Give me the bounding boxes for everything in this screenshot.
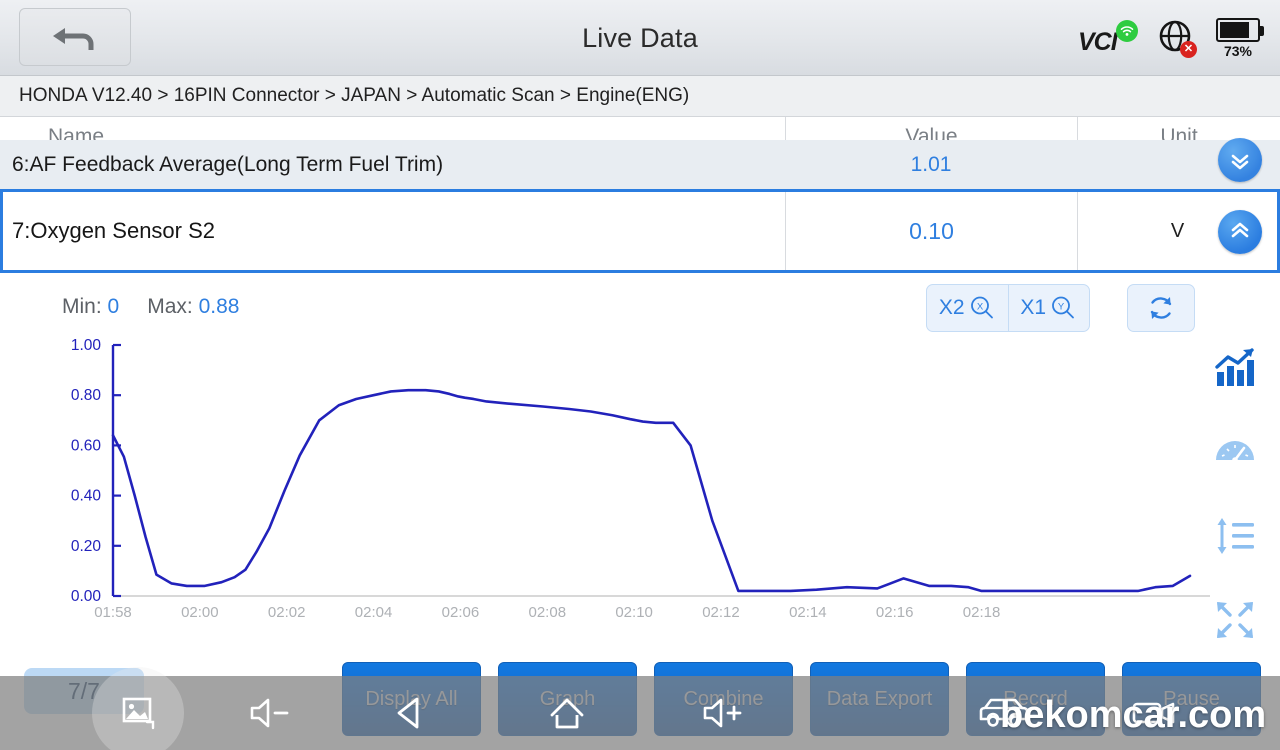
error-x-icon: ✕ [1180, 41, 1197, 58]
watermark-lead: bekomcar [1000, 694, 1178, 736]
y-axis-tick-label: 0.60 [71, 437, 102, 454]
volume-up-button[interactable] [668, 676, 778, 750]
breadcrumb[interactable]: HONDA V12.40 > 16PIN Connector > JAPAN >… [0, 76, 1280, 117]
magnifier-x-icon: X [970, 296, 993, 319]
vci-indicator: VCI [1078, 18, 1140, 58]
trend-chart-icon[interactable] [1212, 345, 1258, 391]
line-spacing-icon[interactable] [1212, 513, 1258, 559]
row-name: 7:Oxygen Sensor S2 [12, 218, 216, 243]
chart-data-line [111, 388, 1192, 593]
volume-up-icon [703, 698, 742, 728]
min-label: Min: [62, 295, 102, 318]
y-axis-tick-label: 0.40 [71, 488, 102, 505]
chart-tool-sidebar [1212, 345, 1258, 643]
zoom-x-button[interactable]: X2 X [927, 285, 1008, 331]
table-row-selected[interactable]: 7:Oxygen Sensor S2 0.10 V [0, 189, 1280, 273]
row-name: 6:AF Feedback Average(Long Term Fuel Tri… [12, 153, 444, 176]
nav-home-button[interactable] [512, 676, 622, 750]
zoom-x-label: X2 [938, 296, 965, 319]
chevron-down-icon [1231, 154, 1249, 170]
row-value: 1.01 [910, 153, 952, 176]
y-axis-tick-label: 0.20 [71, 538, 102, 555]
x-axis-tick-label: 02:18 [963, 604, 1001, 621]
volume-down-button[interactable] [215, 676, 325, 750]
max-value: 0.88 [198, 295, 240, 318]
vci-label: VCI [1078, 28, 1118, 56]
row-value: 0.10 [785, 192, 1077, 270]
status-icon-group: VCI ✕ 73% [1078, 0, 1264, 76]
zoom-y-button[interactable]: X1 Y [1007, 285, 1090, 331]
row-collapse-button[interactable] [1218, 138, 1262, 182]
fullscreen-expand-icon[interactable] [1212, 597, 1258, 643]
y-axis-tick-label: 1.00 [71, 337, 102, 354]
svg-text:Y: Y [1058, 302, 1065, 313]
wifi-icon [1116, 20, 1138, 42]
x-axis-tick-label: 02:16 [876, 604, 914, 621]
nav-back-triangle-icon [397, 697, 419, 729]
min-max-readout: Min: 0 Max: 0.88 [62, 295, 239, 319]
chart-reset-button[interactable] [1127, 284, 1195, 332]
x-axis-tick-label: 02:04 [355, 604, 393, 621]
network-indicator: ✕ [1156, 18, 1197, 58]
svg-text:X: X [976, 302, 983, 313]
max-label: Max: [147, 295, 193, 318]
title-bar: Live Data VCI ✕ 73% [0, 0, 1280, 76]
x-axis-tick-label: 02:14 [789, 604, 827, 621]
screenshot-icon [122, 697, 155, 730]
x-axis-tick-label: 01:58 [94, 604, 132, 621]
x-axis-tick-label: 02:08 [529, 604, 567, 621]
x-axis-tick-label: 02:12 [702, 604, 740, 621]
chart-panel: Min: 0 Max: 0.88 X2 X X1 Y 0.00 0.20 0.4… [0, 273, 1280, 658]
nav-home-icon [550, 698, 584, 729]
live-data-screen: Live Data VCI ✕ 73% HONDA V12.40 > 16PIN… [0, 0, 1280, 750]
min-value: 0 [107, 295, 120, 318]
watermark-tail: .com [1177, 694, 1267, 736]
battery-icon [1216, 17, 1264, 42]
magnifier-y-icon: Y [1052, 296, 1074, 319]
y-axis-tick-label: 0.80 [71, 387, 102, 404]
table-row[interactable]: 6:AF Feedback Average(Long Term Fuel Tri… [0, 140, 1280, 190]
x-axis-tick-label: 02:00 [181, 604, 219, 621]
oxygen-sensor-line-chart[interactable]: 0.00 0.20 0.40 0.60 0.80 1.00 01:58 02:00 02:02 0… [0, 335, 1280, 635]
x-axis-tick-label: 02:10 [615, 604, 653, 621]
nav-back-button[interactable] [356, 676, 466, 750]
max-readout: Max: 0.88 [147, 295, 239, 319]
refresh-icon [1150, 297, 1172, 319]
battery-indicator: 73% [1212, 17, 1264, 59]
site-watermark: bekomcar.com [1000, 694, 1267, 737]
chevron-up-icon [1231, 222, 1249, 238]
row-expand-button[interactable] [1218, 210, 1262, 254]
x-axis-tick-label: 02:02 [268, 604, 306, 621]
volume-down-icon [250, 698, 289, 728]
zoom-control-group: X2 X X1 Y [926, 284, 1090, 332]
screenshot-button[interactable] [78, 667, 198, 750]
zoom-y-label: X1 [1020, 296, 1047, 319]
x-axis-tick-label: 02:06 [442, 604, 480, 621]
y-axis-tick-label: 0.00 [71, 588, 102, 605]
gauge-icon[interactable] [1212, 429, 1258, 475]
min-readout: Min: 0 [62, 295, 119, 319]
battery-percent: 73% [1223, 42, 1253, 59]
